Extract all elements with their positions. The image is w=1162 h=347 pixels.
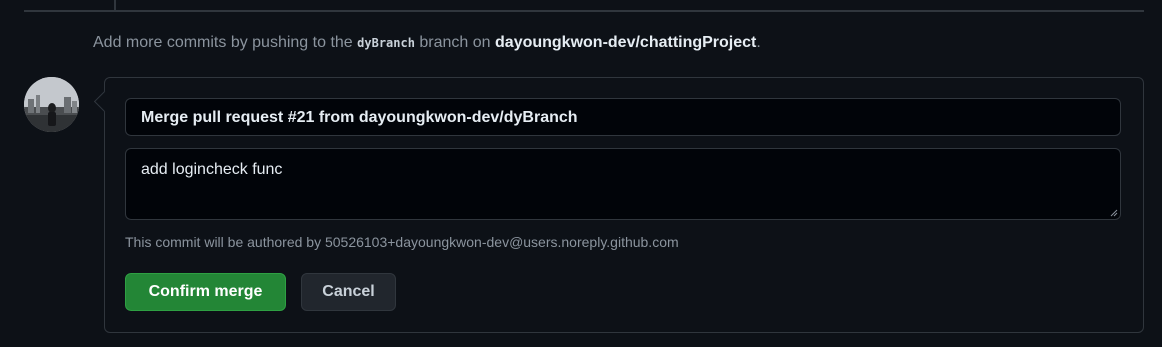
commit-title-input[interactable]: Merge pull request #21 from dayoungkwon-…: [125, 98, 1121, 136]
repo-name: dayoungkwon-dev/chattingProject: [495, 34, 757, 51]
timeline-divider: [24, 0, 1144, 12]
commit-message-text: add logincheck func: [141, 161, 283, 178]
cancel-button[interactable]: Cancel: [301, 273, 396, 311]
merge-form: Merge pull request #21 from dayoungkwon-…: [93, 77, 1144, 333]
timeline-tick: [114, 0, 116, 10]
commit-author-note: This commit will be authored by 50526103…: [125, 234, 679, 250]
avatar[interactable]: [24, 77, 79, 132]
avatar-photo-icon: [24, 77, 79, 132]
push-hint-prefix: Add more commits by pushing to the: [93, 34, 353, 51]
push-hint: Add more commits by pushing to the dyBra…: [93, 34, 761, 52]
branch-name: dyBranch: [357, 36, 415, 50]
push-hint-middle: branch on: [419, 34, 491, 51]
resize-handle-icon[interactable]: [1110, 209, 1118, 217]
commit-message-textarea[interactable]: add logincheck func: [125, 148, 1121, 220]
confirm-merge-button[interactable]: Confirm merge: [125, 273, 286, 311]
push-hint-suffix: .: [756, 34, 761, 51]
merge-form-caret: [93, 90, 116, 113]
